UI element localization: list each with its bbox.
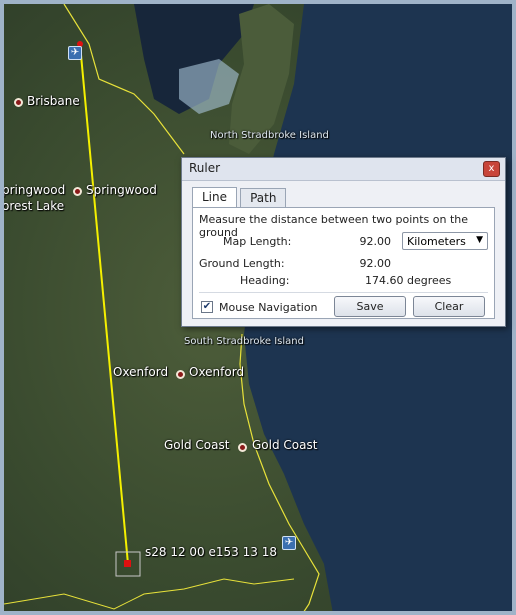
mouse-navigation-label[interactable]: Mouse Navigation — [219, 301, 318, 314]
place-label-gold-coast[interactable]: Gold Coast — [164, 438, 229, 452]
heading-value: 174.60 degrees — [365, 274, 452, 287]
place-label-springwood[interactable]: pringwood — [4, 183, 65, 197]
place-label-oxenford[interactable]: Oxenford — [189, 365, 244, 379]
heading-label: Heading: — [240, 274, 290, 287]
airplane-icon[interactable]: ✈ — [282, 536, 296, 550]
place-pin-icon[interactable] — [238, 443, 247, 452]
unit-select[interactable]: Kilometers ▼ — [402, 232, 488, 250]
map-length-label: Map Length: — [223, 235, 292, 248]
place-label-gold-coast[interactable]: Gold Coast — [252, 438, 317, 452]
place-pin-icon[interactable] — [73, 187, 82, 196]
save-button[interactable]: Save — [334, 296, 406, 317]
ground-length-value: 92.00 — [359, 257, 392, 270]
place-pin-icon[interactable] — [14, 98, 23, 107]
place-label-oxenford[interactable]: Oxenford — [113, 365, 168, 379]
ground-length-label: Ground Length: — [199, 257, 285, 270]
place-pin-icon[interactable] — [176, 370, 185, 379]
chevron-down-icon: ▼ — [476, 235, 483, 245]
place-label-brisbane[interactable]: Brisbane — [27, 94, 80, 108]
unit-select-value: Kilometers — [407, 235, 466, 248]
coordinate-readout: s28 12 00 e153 13 18 — [145, 545, 277, 559]
ruler-line-panel: Measure the distance between two points … — [192, 207, 495, 319]
place-label-south-stradbroke[interactable]: South Stradbroke Island — [184, 336, 304, 347]
clear-button[interactable]: Clear — [413, 296, 485, 317]
tab-path[interactable]: Path — [240, 188, 287, 207]
close-icon[interactable]: x — [483, 161, 500, 177]
ruler-title: Ruler — [189, 161, 221, 175]
tab-line[interactable]: Line — [192, 187, 238, 207]
ruler-dialog[interactable]: Ruler x Line Path Measure the distance b… — [181, 157, 506, 327]
mouse-navigation-checkbox[interactable]: ✔ — [201, 301, 213, 313]
place-label-forest-lake[interactable]: orest Lake — [4, 199, 64, 213]
divider — [199, 292, 488, 293]
place-label-springwood[interactable]: Springwood — [86, 183, 157, 197]
map-length-value: 92.00 — [359, 235, 392, 248]
place-label-north-stradbroke[interactable]: North Stradbroke Island — [210, 130, 329, 141]
airplane-icon[interactable]: ✈ — [68, 46, 82, 60]
ruler-titlebar[interactable]: Ruler x — [182, 158, 505, 181]
ruler-tabs: Line Path — [192, 186, 287, 207]
